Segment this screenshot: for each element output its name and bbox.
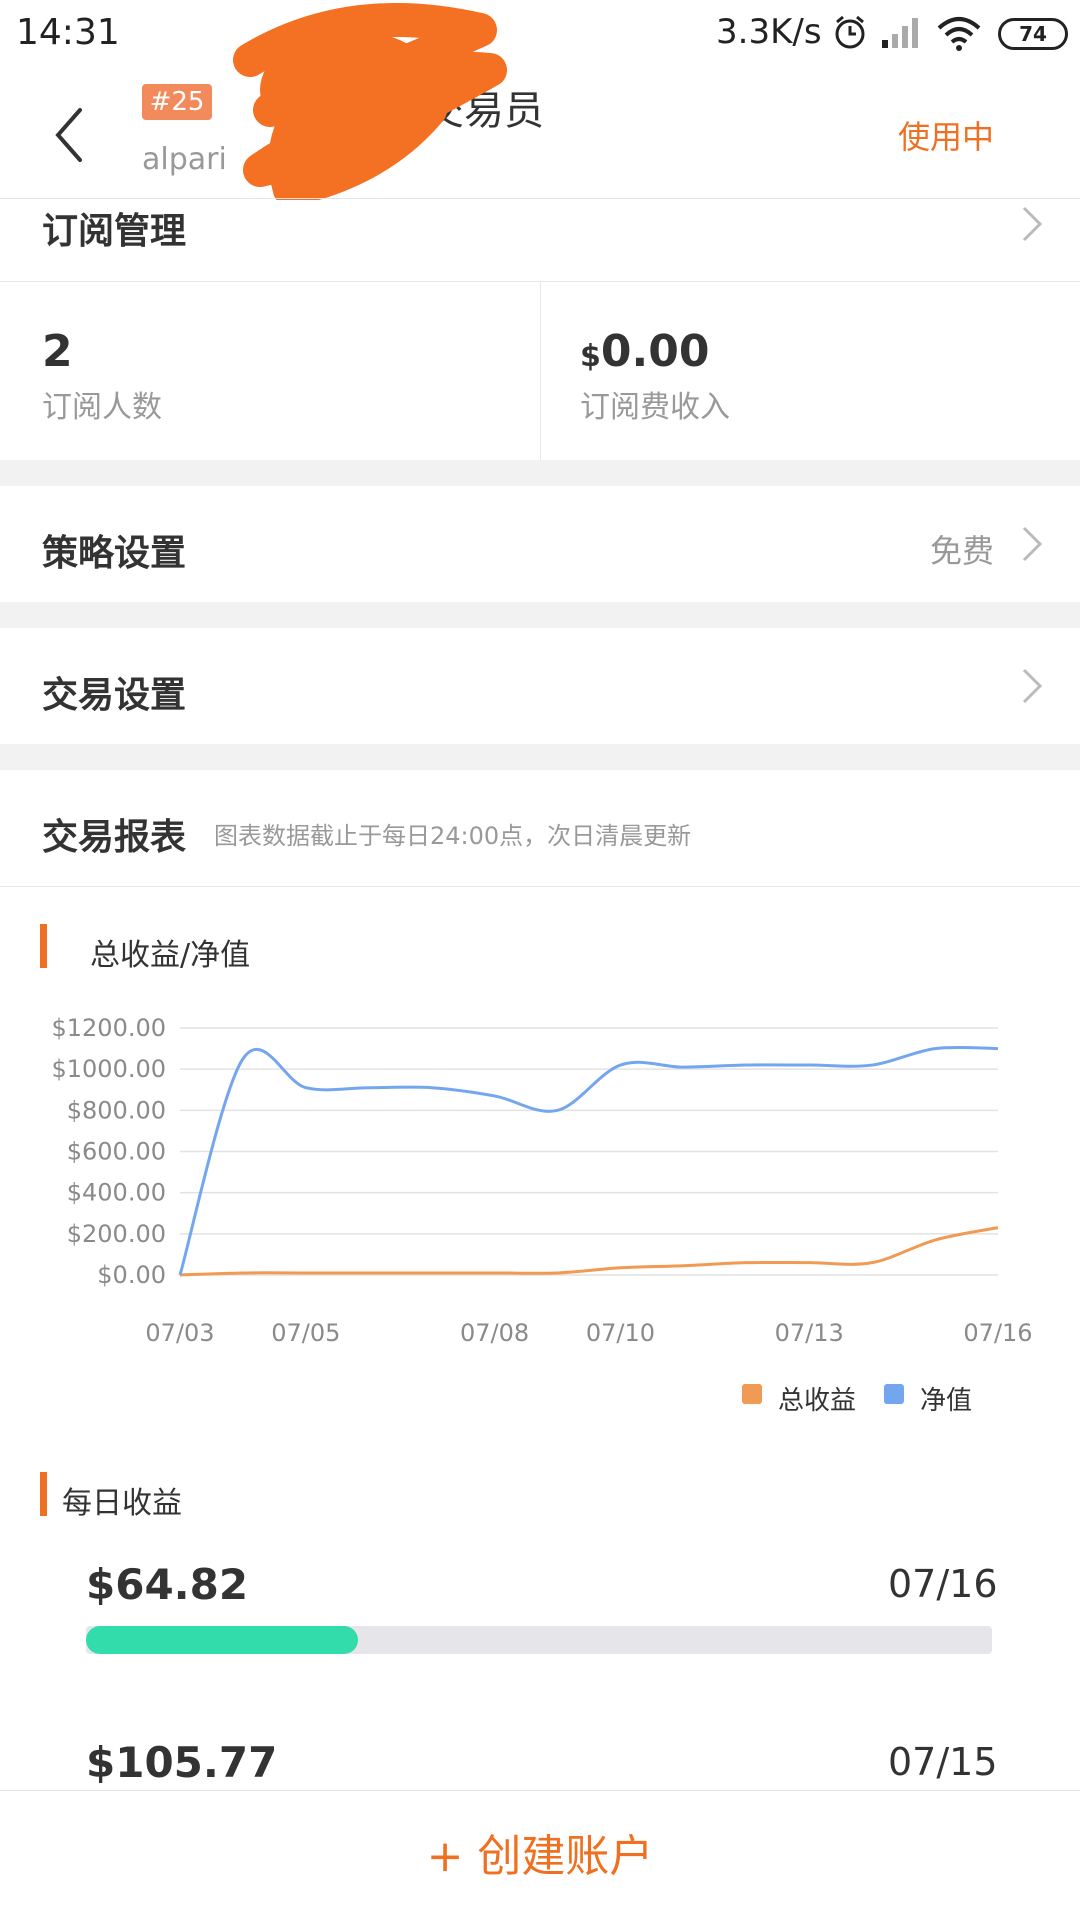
section-accent-bar xyxy=(40,1472,47,1516)
y-tick-label: $800.00 xyxy=(67,1096,166,1124)
header-divider xyxy=(0,198,1080,199)
strategy-fee-value: 免费 xyxy=(930,532,995,570)
create-account-button[interactable]: + 创建账户 xyxy=(0,1820,1080,1884)
revenue-label: 订阅费收入 xyxy=(580,390,730,425)
x-tick-label: 07/03 xyxy=(145,1319,214,1347)
divider xyxy=(0,886,1080,887)
y-tick-label: $200.00 xyxy=(67,1220,166,1248)
rank-badge: #25 xyxy=(142,84,212,120)
y-tick-label: $600.00 xyxy=(67,1138,166,1166)
battery-indicator: 74 xyxy=(998,18,1068,50)
subscribers-label: 订阅人数 xyxy=(42,390,162,425)
y-tick-label: $400.00 xyxy=(67,1179,166,1207)
report-note: 图表数据截止于每日24:00点，次日清晨更新 xyxy=(214,822,692,850)
chevron-right-icon xyxy=(1022,526,1043,562)
y-tick-label: $1200.00 xyxy=(51,1014,166,1042)
subscription-title: 订阅管理 xyxy=(42,211,187,252)
back-arrow-icon[interactable] xyxy=(48,100,108,170)
legend-label-equity: 净值 xyxy=(920,1386,973,1416)
x-tick-label: 07/13 xyxy=(775,1319,844,1347)
report-title: 交易报表 xyxy=(42,817,187,858)
daily-date: 07/16 xyxy=(888,1562,998,1606)
stat-divider xyxy=(540,282,541,460)
trading-settings-row[interactable]: 交易设置 xyxy=(0,628,1080,744)
legend-swatch-equity xyxy=(884,1384,904,1404)
alarm-icon xyxy=(835,15,865,49)
daily-progress-track xyxy=(86,1626,992,1654)
status-bar: 14:31 3.3K/s 74 xyxy=(0,0,1080,70)
series-line-equity xyxy=(178,1045,999,1276)
series-line-profit xyxy=(179,1226,999,1277)
daily-progress-fill xyxy=(86,1626,358,1654)
profit-equity-chart: $0.00 $200.00 $400.00 $600.00 $800.00 $1000.0… xyxy=(51,1014,1032,1347)
section-accent-bar xyxy=(40,924,47,968)
y-tick-label: $1000.00 xyxy=(51,1055,166,1083)
daily-section-title: 每日收益 xyxy=(62,1486,182,1521)
legend-label-profit: 总收益 xyxy=(778,1386,857,1416)
x-tick-label: 07/08 xyxy=(460,1319,529,1347)
strategy-settings-title: 策略设置 xyxy=(42,533,187,574)
trading-settings-title: 交易设置 xyxy=(42,675,187,716)
signal-icon xyxy=(882,18,918,48)
daily-amount: $105.77 xyxy=(86,1738,278,1787)
daily-date: 07/15 xyxy=(888,1740,998,1784)
broker-name: alpari xyxy=(142,142,227,177)
strategy-settings-row[interactable]: 策略设置 免费 xyxy=(0,486,1080,602)
x-tick-label: 07/16 xyxy=(963,1319,1032,1347)
x-tick-label: 07/10 xyxy=(586,1319,655,1347)
legend-swatch-profit xyxy=(742,1384,762,1404)
status-in-use[interactable]: 使用中 xyxy=(898,112,994,158)
section-gap xyxy=(0,744,1080,770)
section-gap xyxy=(0,602,1080,628)
subscription-revenue: $0.00 xyxy=(580,326,709,377)
revenue-value: 0.00 xyxy=(600,326,710,377)
chevron-right-icon[interactable] xyxy=(1020,204,1044,244)
section-gap xyxy=(0,460,1080,486)
network-speed: 3.3K/s xyxy=(716,12,822,52)
daily-amount: $64.82 xyxy=(86,1560,249,1609)
chart-section-title: 总收益/净值 xyxy=(90,938,251,973)
x-tick-label: 07/05 xyxy=(271,1319,340,1347)
wifi-icon xyxy=(937,17,981,51)
redaction-scribble xyxy=(233,3,507,200)
status-time: 14:31 xyxy=(16,12,120,53)
currency-symbol: $ xyxy=(580,339,601,374)
subscribers-count: 2 xyxy=(42,326,73,377)
y-tick-label: $0.00 xyxy=(97,1261,166,1289)
chevron-right-icon xyxy=(1022,668,1043,704)
